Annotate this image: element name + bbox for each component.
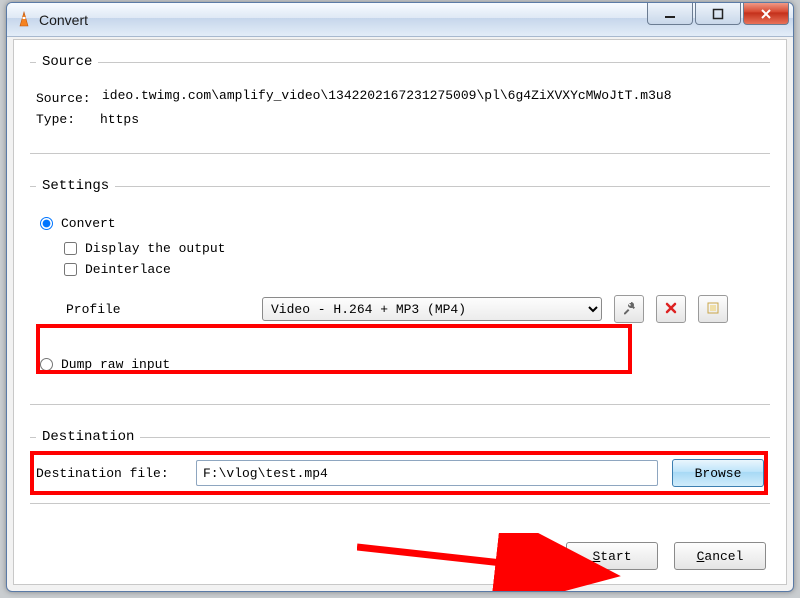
cancel-button-mnemonic: C [697,549,705,564]
delete-x-icon [665,302,677,317]
type-value: https [100,112,139,127]
deinterlace-checkbox[interactable] [64,263,77,276]
maximize-button[interactable] [695,3,741,25]
type-label: Type: [36,112,100,127]
deinterlace-label: Deinterlace [85,262,171,277]
new-profile-icon [707,302,719,317]
minimize-button[interactable] [647,3,693,25]
titlebar[interactable]: Convert [7,3,793,37]
convert-radio[interactable] [40,217,53,230]
dump-raw-radio[interactable] [40,358,53,371]
source-group: Source Source: ideo.twimg.com\amplify_vi… [30,54,770,154]
settings-legend: Settings [36,178,115,194]
destination-group: Destination Destination file: Browse [30,429,770,504]
delete-profile-button[interactable] [656,295,686,323]
convert-dialog: Convert Source Source: ideo.twimg.com\am… [6,2,794,592]
cancel-button-label: ancel [704,549,743,564]
source-legend: Source [36,54,98,70]
wrench-icon [622,301,636,318]
start-button[interactable]: Start [566,542,658,570]
new-profile-button[interactable] [698,295,728,323]
profile-label: Profile [66,302,256,317]
destination-file-input[interactable] [196,460,658,486]
close-button[interactable] [743,3,789,25]
display-output-checkbox[interactable] [64,242,77,255]
settings-group: Settings Convert Display the output Dein… [30,178,770,405]
window-title: Convert [39,12,88,28]
dialog-client: Source Source: ideo.twimg.com\amplify_vi… [13,39,787,585]
start-button-label: tart [600,549,631,564]
app-icon [15,11,33,29]
display-output-label: Display the output [85,241,225,256]
edit-profile-button[interactable] [614,295,644,323]
destination-file-label: Destination file: [36,466,196,481]
dump-raw-label: Dump raw input [61,357,170,372]
profile-select[interactable]: Video - H.264 + MP3 (MP4) [262,297,602,321]
destination-legend: Destination [36,429,140,445]
browse-button[interactable]: Browse [672,459,764,487]
source-value: ideo.twimg.com\amplify_video\13422021672… [100,88,764,108]
start-button-mnemonic: S [592,549,600,564]
source-label: Source: [36,91,100,106]
cancel-button[interactable]: Cancel [674,542,766,570]
convert-radio-label: Convert [61,216,116,231]
